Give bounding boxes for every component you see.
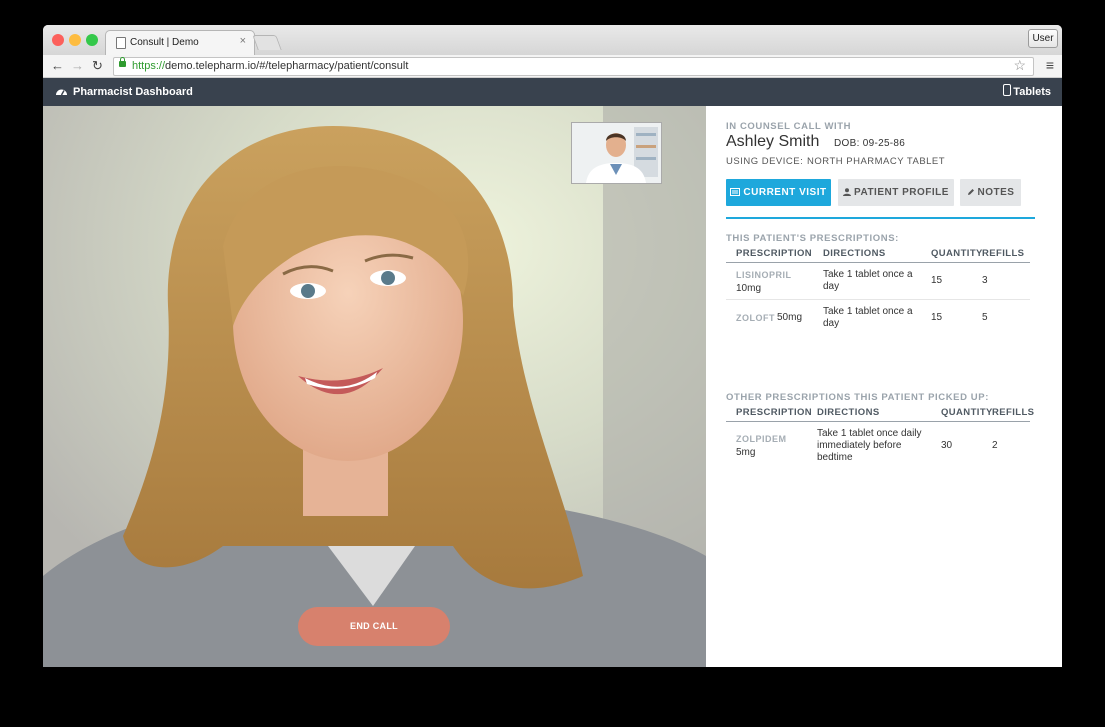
document-icon (116, 37, 126, 49)
tab-patient-profile-label: PATIENT PROFILE (854, 187, 949, 198)
dashboard-gauge-icon (56, 89, 67, 96)
pharmacist-self-view (571, 122, 662, 184)
patient-video-image (43, 106, 706, 667)
tab-underline (726, 217, 1035, 219)
drug-dose: 10mg (736, 283, 762, 294)
directions-line: immediately before (817, 440, 902, 451)
drug-name: LISINOPRIL (736, 270, 792, 280)
quantity-value: 15 (931, 312, 943, 323)
refills-value: 5 (982, 312, 988, 323)
user-profile-button[interactable]: User (1028, 29, 1058, 48)
directions-line: Take 1 tablet once a (823, 306, 913, 317)
bookmark-star-icon[interactable]: ☆ (1013, 57, 1026, 73)
consult-panel: IN COUNSEL CALL WITH Ashley Smith DOB: 0… (706, 106, 1062, 667)
in-call-caption: IN COUNSEL CALL WITH (726, 121, 852, 132)
directions-line: day (823, 318, 840, 329)
forward-icon[interactable]: → (71, 58, 84, 74)
refills-value: 2 (992, 440, 998, 451)
column-header-prescription: PRESCRIPTION (736, 248, 813, 259)
column-header-directions: DIRECTIONS (817, 407, 880, 418)
column-header-refills: REFILLS (992, 407, 1035, 418)
address-bar[interactable]: https://demo.telepharm.io/#/telepharmacy… (113, 57, 1034, 76)
reload-icon[interactable]: ↻ (92, 58, 103, 74)
column-header-quantity: QUANTITY (941, 407, 993, 418)
patient-dob: DOB: 09-25-86 (834, 138, 906, 149)
drug-dose: 50mg (777, 312, 803, 323)
directions-line: Take 1 tablet once a (823, 269, 913, 280)
url-path: demo.telepharm.io/#/telepharmacy/patient… (165, 60, 409, 72)
url-scheme: https:// (132, 60, 166, 72)
column-header-quantity: QUANTITY (931, 248, 983, 259)
patient-video-feed: END CALL (43, 106, 706, 667)
browser-tab[interactable]: Consult | Demo × (105, 30, 255, 56)
device-name: NORTH PHARMACY TABLET (807, 156, 946, 167)
directions-line: day (823, 281, 840, 292)
minimize-window-button[interactable] (69, 34, 81, 46)
row-divider (726, 299, 1030, 300)
directions-line: bedtime (817, 452, 853, 463)
browser-toolbar: ← → ↻ https://demo.telepharm.io/#/teleph… (43, 55, 1062, 78)
tab-title: Consult | Demo (130, 37, 199, 48)
drug-name: ZOLOFT (736, 313, 775, 323)
close-window-button[interactable] (52, 34, 64, 46)
device-caption: USING DEVICE: (726, 156, 804, 167)
other-prescriptions-caption: OTHER PRESCRIPTIONS THIS PATIENT PICKED … (726, 392, 989, 403)
tab-notes-label: NOTES (977, 187, 1015, 198)
list-icon (730, 188, 741, 196)
back-icon[interactable]: ← (51, 58, 64, 74)
directions-line: Take 1 tablet once daily (817, 428, 922, 439)
browser-window: Consult | Demo × User ← → ↻ https://demo… (43, 25, 1062, 667)
pharmacist-video-image (572, 123, 661, 183)
browser-menu-icon[interactable]: ≡ (1046, 57, 1054, 73)
tablets-link[interactable]: Tablets (1013, 86, 1051, 98)
column-header-refills: REFILLS (982, 248, 1025, 259)
tab-notes[interactable]: NOTES (960, 179, 1021, 206)
refills-value: 3 (982, 275, 988, 286)
header-divider (726, 421, 1030, 422)
tablet-icon (1003, 84, 1011, 96)
app-header: Pharmacist Dashboard Tablets (43, 78, 1062, 106)
column-header-prescription: PRESCRIPTION (736, 407, 813, 418)
close-tab-icon[interactable]: × (240, 35, 246, 47)
url-text: https://demo.telepharm.io/#/telepharmacy… (132, 60, 408, 72)
quantity-value: 30 (941, 440, 953, 451)
tab-strip: Consult | Demo × User (43, 25, 1062, 56)
column-header-directions: DIRECTIONS (823, 248, 886, 259)
end-call-button[interactable]: END CALL (298, 607, 450, 646)
tab-current-visit[interactable]: CURRENT VISIT (726, 179, 831, 206)
lock-icon (119, 57, 126, 67)
header-divider (726, 262, 1030, 263)
zoom-window-button[interactable] (86, 34, 98, 46)
tab-current-visit-label: CURRENT VISIT (743, 187, 827, 198)
new-tab-button[interactable] (252, 35, 282, 50)
prescriptions-caption: THIS PATIENT'S PRESCRIPTIONS: (726, 233, 899, 244)
user-icon (843, 188, 852, 196)
pencil-icon (967, 189, 974, 195)
tab-patient-profile[interactable]: PATIENT PROFILE (838, 179, 954, 206)
app-title[interactable]: Pharmacist Dashboard (73, 86, 193, 98)
patient-name: Ashley Smith (726, 133, 820, 150)
quantity-value: 15 (931, 275, 943, 286)
drug-name: ZOLPIDEM (736, 434, 787, 444)
drug-dose: 5mg (736, 447, 756, 458)
